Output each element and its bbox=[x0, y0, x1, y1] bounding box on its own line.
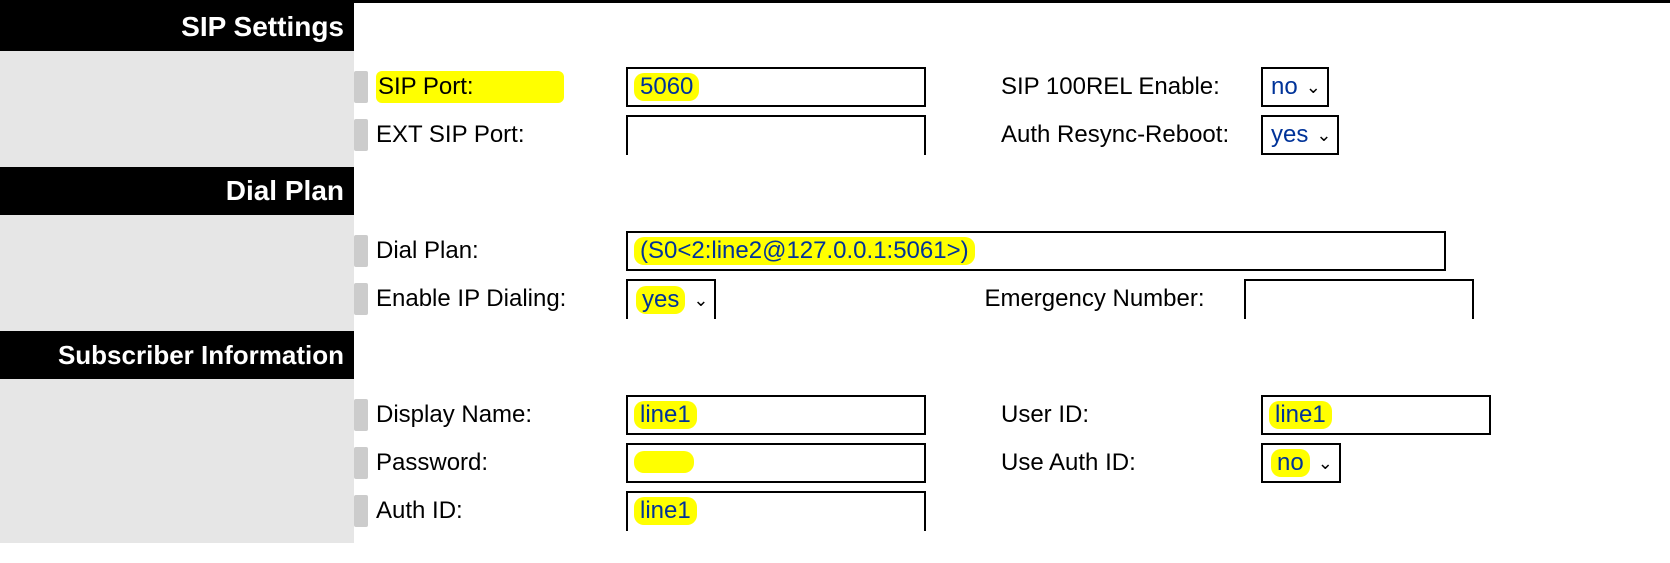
user-id-input[interactable] bbox=[1261, 395, 1491, 435]
auth-id-label: Auth ID: bbox=[376, 497, 626, 525]
use-auth-id-label: Use Auth ID: bbox=[1001, 449, 1261, 477]
section-title: Subscriber Information bbox=[58, 340, 344, 370]
use-auth-id-select[interactable]: no ⌄ bbox=[1261, 443, 1341, 483]
section-header-dial-plan: Dial Plan bbox=[0, 167, 354, 215]
display-name-input[interactable] bbox=[626, 395, 926, 435]
emergency-number-label: Emergency Number: bbox=[984, 285, 1244, 313]
chevron-down-icon: ⌄ bbox=[1316, 125, 1331, 146]
sip-100rel-select[interactable]: no ⌄ bbox=[1261, 67, 1329, 107]
user-id-label: User ID: bbox=[1001, 401, 1261, 429]
row-marker-icon bbox=[354, 235, 368, 267]
enable-ip-dialing-label: Enable IP Dialing: bbox=[376, 285, 626, 313]
dial-plan-label: Dial Plan: bbox=[376, 237, 626, 265]
row-marker-icon bbox=[354, 71, 368, 103]
section-header-sip-settings: SIP Settings bbox=[0, 3, 354, 51]
section-title: Dial Plan bbox=[226, 175, 344, 206]
auth-resync-select[interactable]: yes ⌄ bbox=[1261, 115, 1339, 155]
sip-100rel-label: SIP 100REL Enable: bbox=[1001, 73, 1261, 101]
row-marker-icon bbox=[354, 495, 368, 527]
row-marker-icon bbox=[354, 399, 368, 431]
chevron-down-icon: ⌄ bbox=[693, 290, 708, 311]
sip-port-input[interactable] bbox=[626, 67, 926, 107]
ext-sip-port-input[interactable] bbox=[626, 115, 926, 155]
sip-port-label: SIP Port: bbox=[376, 71, 626, 103]
row-marker-icon bbox=[354, 119, 368, 151]
dial-plan-input[interactable] bbox=[626, 231, 1446, 271]
enable-ip-dialing-select[interactable]: yes ⌄ bbox=[626, 279, 716, 319]
password-input[interactable] bbox=[626, 443, 926, 483]
password-label: Password: bbox=[376, 449, 626, 477]
ext-sip-port-label: EXT SIP Port: bbox=[376, 121, 626, 149]
row-marker-icon bbox=[354, 283, 368, 315]
chevron-down-icon: ⌄ bbox=[1306, 77, 1321, 98]
auth-id-input[interactable] bbox=[626, 491, 926, 531]
display-name-label: Display Name: bbox=[376, 401, 626, 429]
chevron-down-icon: ⌄ bbox=[1318, 453, 1333, 474]
auth-resync-label: Auth Resync-Reboot: bbox=[1001, 121, 1261, 149]
row-marker-icon bbox=[354, 447, 368, 479]
emergency-number-input[interactable] bbox=[1244, 279, 1474, 319]
section-title: SIP Settings bbox=[181, 11, 344, 42]
section-header-subscriber-info: Subscriber Information bbox=[0, 331, 354, 379]
